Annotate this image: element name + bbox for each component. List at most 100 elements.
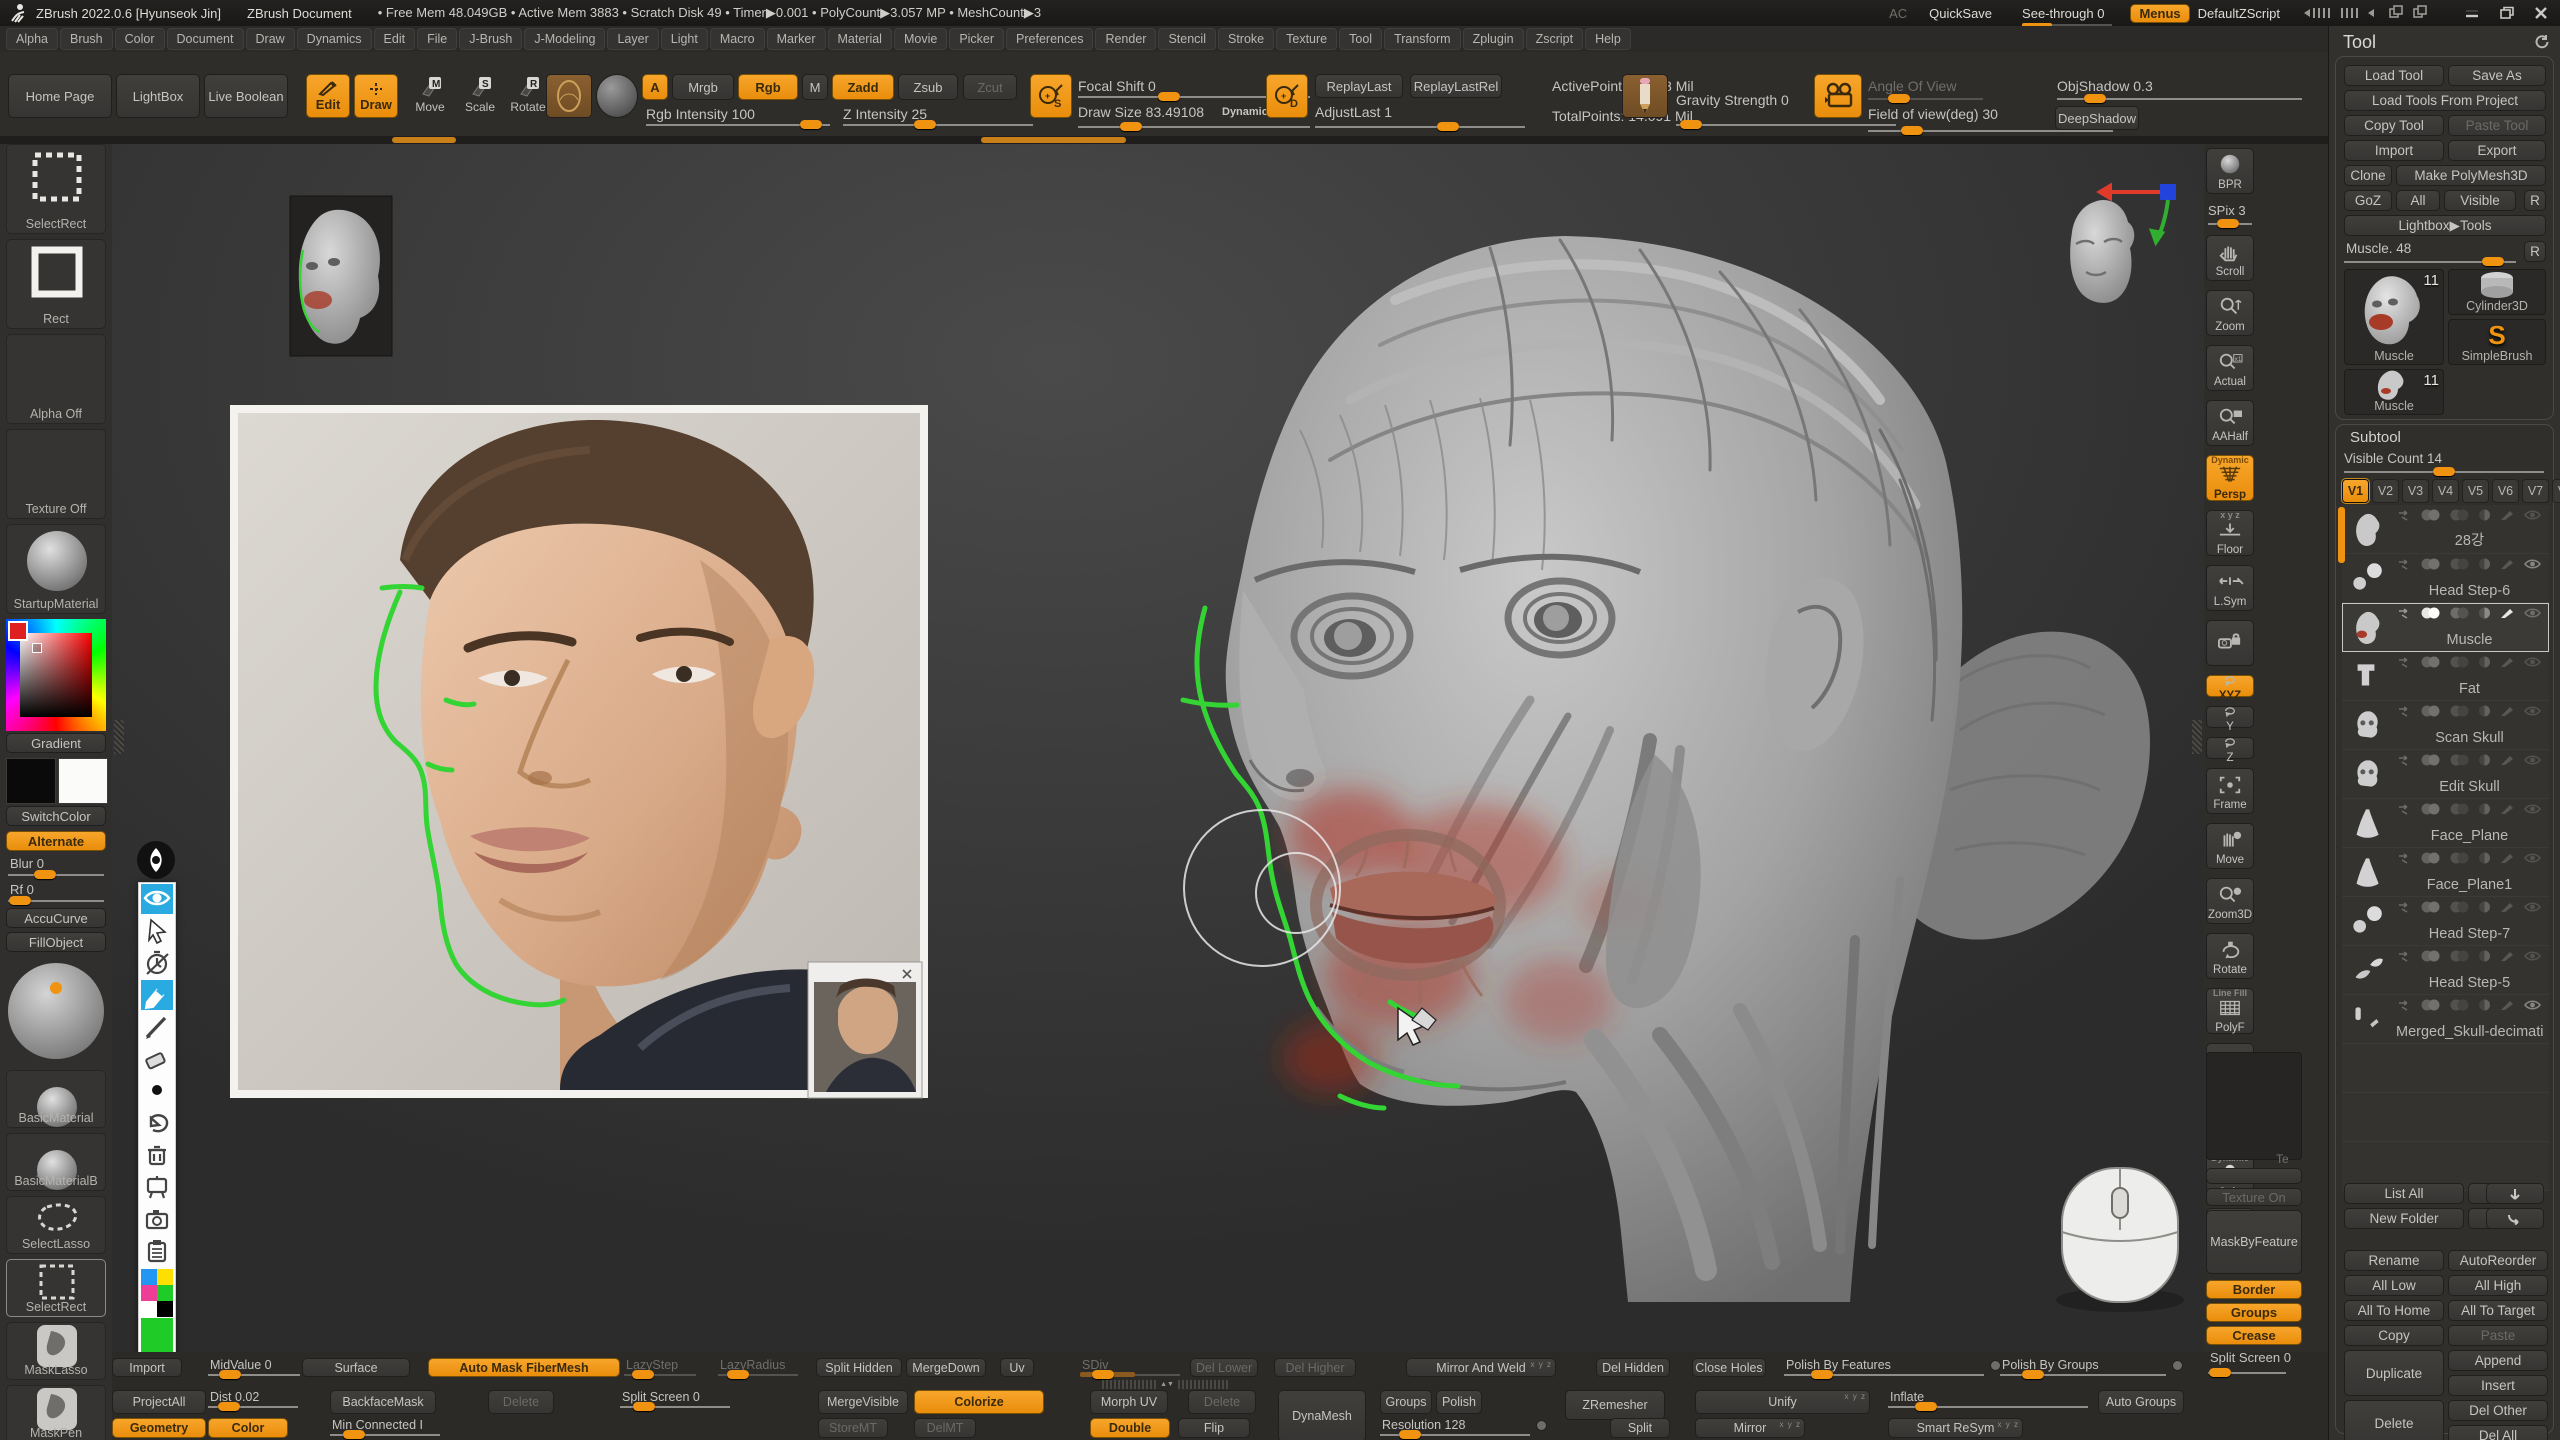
bb-mirror-and-weld-button[interactable]: Mirror And Weldx y z [1406,1358,1556,1377]
subtool-tab-v6[interactable]: V6 [2492,479,2519,503]
polypaint-arrow-icon[interactable] [2398,902,2411,913]
subtool-tab-v4[interactable]: V4 [2432,479,2459,503]
gravity-strength-slider-track[interactable] [1676,124,1896,126]
bb-uv-button[interactable]: Uv [1000,1358,1034,1377]
eye-icon[interactable] [2524,950,2541,962]
menu-document[interactable]: Document [167,28,244,50]
tray-item-rect[interactable]: Rect [6,239,106,329]
eraser-tool[interactable] [141,1044,173,1074]
tool-quicksave-slider-handle[interactable] [2482,257,2504,266]
polypaint-icon[interactable] [2420,607,2440,619]
polypaint-icon[interactable] [2420,705,2440,717]
displacement-icon[interactable] [2478,607,2491,619]
subtool-item-merged-skull-decimation2-5[interactable]: Merged_Skull-decimation2_5 [2342,995,2549,1044]
bb-inflate-slider-handle[interactable] [1915,1402,1937,1411]
restore-button[interactable] [2498,5,2516,21]
tray-item-selectlasso[interactable]: SelectLasso [6,1196,106,1254]
new-folder-button[interactable]: New Folder [2344,1208,2464,1229]
displacement-icon[interactable] [2478,999,2491,1011]
load-tools-from-project-button[interactable]: Load Tools From Project [2344,90,2546,111]
tray-item-basicmaterial[interactable]: BasicMaterial [6,1070,106,1128]
copy-tool-button[interactable]: Copy Tool [2344,115,2444,136]
subtool-tab-v2[interactable]: V2 [2372,479,2399,503]
bb-split-button[interactable]: Split [1610,1418,1670,1438]
brush-icon[interactable] [2500,901,2515,913]
crease-button[interactable]: Crease [2206,1326,2302,1345]
bb-polish-by-groups-toggle[interactable] [2172,1360,2183,1371]
load-tool-button[interactable]: Load Tool [2344,65,2444,86]
bb-smart-resym-button[interactable]: Smart ReSymx y z [1888,1418,2023,1438]
tray-item-fillobject[interactable]: FillObject [6,932,106,952]
close-button[interactable] [2532,5,2550,21]
groups-button[interactable]: Groups [2206,1303,2302,1322]
polypaint-arrow-icon[interactable] [2398,559,2411,570]
make-polymesh3d-button[interactable]: Make PolyMesh3D [2396,165,2546,186]
bb-mirror-xyz-toggles[interactable]: x y z [1780,1420,1801,1429]
rshelf-scroll-button[interactable]: Scroll [2206,235,2254,281]
rgb-intensity-slider-handle[interactable] [800,120,822,129]
eye-icon[interactable] [2524,705,2541,717]
autoreorder-button[interactable]: AutoReorder [2448,1250,2548,1271]
tray-item-blur-0-slider-handle[interactable] [34,870,56,879]
angle-of-view-slider-track[interactable] [1868,98,1983,100]
bb-polish-by-features-toggle[interactable] [1990,1360,2001,1371]
subtool-item-face-plane1[interactable]: Face_Plane1 [2342,848,2549,897]
sv-square[interactable] [20,633,92,717]
displacement-icon[interactable] [2478,558,2491,570]
subtool-item-scan-skull[interactable]: Scan Skull [2342,701,2549,750]
rshelf-spix-3-slider-handle[interactable] [2217,219,2239,228]
menu-tool[interactable]: Tool [1339,28,1382,50]
switchcolor-button[interactable]: SwitchColor [6,806,106,826]
palette-color-4[interactable] [141,1301,157,1317]
uv-icon[interactable] [2449,509,2469,521]
draw-size-slider-track[interactable] [1078,126,1310,128]
uv-icon[interactable] [2449,950,2469,962]
append-button[interactable]: Append [2448,1350,2548,1371]
mode-m-button[interactable]: M [802,74,828,100]
duplicate-button[interactable]: Duplicate [2344,1350,2444,1396]
visible-count-slider-handle[interactable] [2433,467,2455,476]
paste-button[interactable]: Paste [2448,1325,2548,1346]
visible-button[interactable]: Visible [2444,190,2516,211]
menu-edit[interactable]: Edit [374,28,416,50]
polypaint-icon[interactable] [2420,558,2440,570]
rshelf-polyf-button[interactable]: Line FillPolyF [2206,988,2254,1034]
brush-icon[interactable] [2500,803,2515,815]
goz-button[interactable]: GoZ [2344,190,2392,211]
bb-polish-by-features-slider-handle[interactable] [1811,1370,1833,1379]
current-material-preview[interactable] [6,956,106,1066]
z-intensity-slider-handle[interactable] [914,120,936,129]
goz-r-button[interactable]: R [2524,190,2546,211]
displacement-icon[interactable] [2478,705,2491,717]
bb-del-hidden-button[interactable]: Del Hidden [1596,1358,1670,1377]
uv-icon[interactable] [2449,803,2469,815]
draw-size-slider-handle[interactable] [1120,122,1142,131]
delete-button[interactable]: Delete [2344,1400,2444,1440]
menu-transform[interactable]: Transform [1384,28,1461,50]
bb-split-hidden-button[interactable]: Split Hidden [816,1358,902,1377]
subtool-item-28-[interactable]: 28강 [2342,505,2549,554]
palette-color-0[interactable] [141,1269,157,1285]
menu-render[interactable]: Render [1095,28,1156,50]
rshelf-persp-button[interactable]: DynamicPersp [2206,455,2254,501]
polypaint-icon[interactable] [2420,950,2440,962]
see-through-slider[interactable]: See-through 0 [2022,6,2104,21]
eye-icon[interactable] [2524,754,2541,766]
obj-shadow-slider-handle[interactable] [2084,94,2106,103]
bb-polish-button[interactable]: Polish [1436,1390,1482,1414]
bb-storemt-button[interactable]: StoreMT [818,1418,888,1438]
copy-button[interactable]: Copy [2344,1325,2444,1346]
divider-handles-icon[interactable] [2298,5,2448,21]
subtool-tab-v3[interactable]: V3 [2402,479,2429,503]
secondary-color-swatch[interactable] [58,758,108,804]
eye-icon[interactable] [2524,558,2541,570]
move-down-button[interactable] [2486,1183,2544,1204]
uv-icon[interactable] [2449,705,2469,717]
subtool-item-head-step-7[interactable]: Head Step-7 [2342,897,2549,946]
active-tool-thumbnail[interactable]: 11Muscle [2344,269,2444,365]
polypaint-arrow-icon[interactable] [2398,1000,2411,1011]
menus-button[interactable]: Menus [2130,4,2189,23]
brush-icon[interactable] [2500,852,2515,864]
brush-icon[interactable] [2500,705,2515,717]
rshelf-y-button[interactable]: Y [2206,706,2254,728]
